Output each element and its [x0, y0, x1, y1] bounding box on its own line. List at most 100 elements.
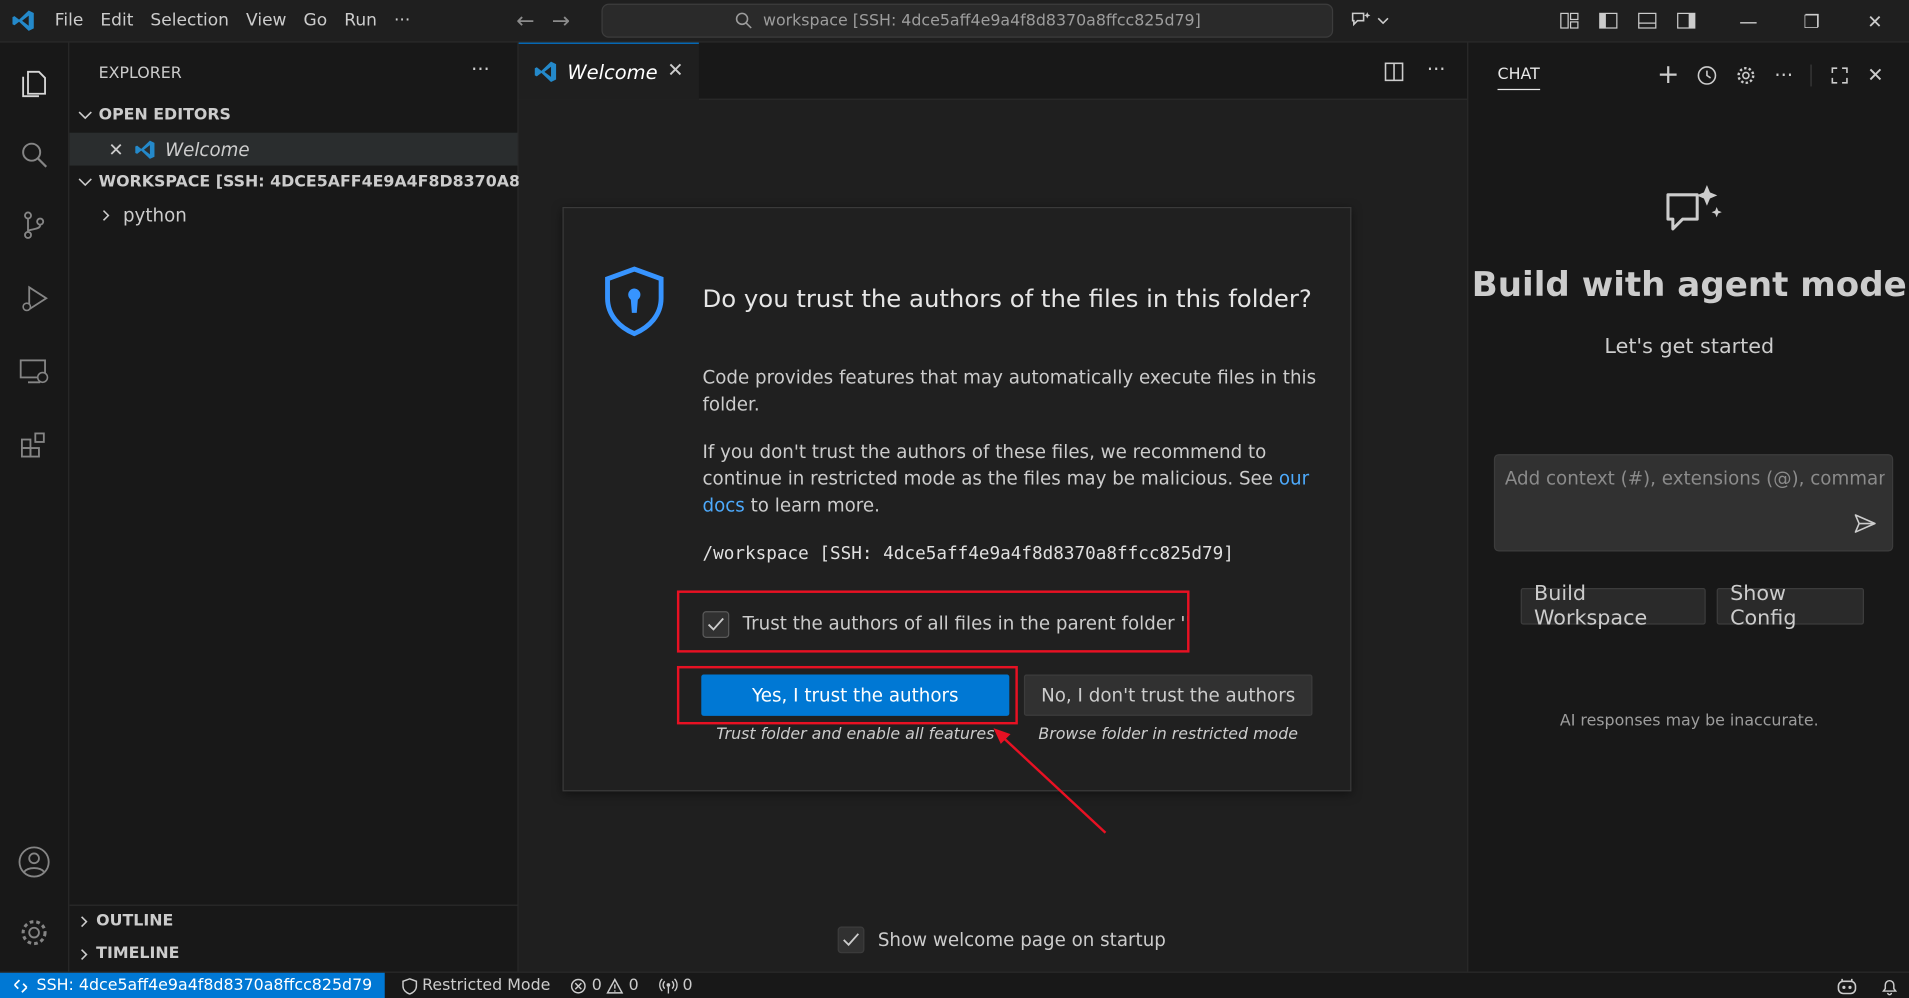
split-editor-icon[interactable]	[1383, 61, 1405, 83]
checkmark-icon	[843, 933, 860, 947]
maximize-icon[interactable]	[1828, 64, 1850, 86]
folder-path: /workspace [SSH: 4dce5aff4e9a4f8d8370a8f…	[702, 544, 1234, 564]
close-icon[interactable]: ✕	[1867, 63, 1883, 86]
toggle-secondary-sidebar-icon[interactable]	[1675, 10, 1697, 32]
build-workspace-button[interactable]: Build Workspace	[1520, 582, 1706, 631]
paragraph-text: If you don't trust the authors of these …	[702, 440, 1279, 490]
remote-explorer-icon[interactable]	[0, 337, 68, 405]
chat-input[interactable]	[1504, 467, 1885, 490]
activity-bar	[0, 42, 70, 972]
chevron-down-icon	[1377, 17, 1389, 25]
folder-python-label: python	[122, 204, 187, 227]
menu-more[interactable]: ···	[385, 0, 418, 42]
restore-icon[interactable]: ❐	[1780, 0, 1843, 43]
editor-area: Welcome ✕ ··· Do you trust the authors o…	[518, 42, 1468, 972]
restricted-mode-indicator[interactable]: Restricted Mode	[392, 976, 560, 995]
toggle-primary-sidebar-icon[interactable]	[1597, 10, 1619, 32]
accounts-icon[interactable]	[0, 828, 68, 896]
outline-header[interactable]: OUTLINE	[77, 911, 174, 931]
open-editors-label: OPEN EDITORS	[98, 105, 231, 125]
show-welcome-checkbox[interactable]	[837, 926, 865, 954]
close-icon[interactable]: ✕	[667, 58, 683, 81]
new-chat-icon[interactable]: +	[1657, 60, 1679, 90]
menu-edit[interactable]: Edit	[92, 0, 142, 42]
restricted-mode-label: Restricted Mode	[422, 976, 551, 995]
chat-more-icon[interactable]: ···	[1774, 63, 1793, 86]
remote-indicator[interactable]: SSH: 4dce5aff4e9a4f8d8370a8ffcc825d79	[0, 972, 385, 998]
shield-lock-icon	[605, 266, 664, 337]
search-text: workspace [SSH: 4dce5aff4e9a4f8d8370a8ff…	[763, 11, 1201, 30]
menu-run[interactable]: Run	[336, 0, 386, 42]
layout-controls	[1558, 10, 1697, 32]
open-editors-header[interactable]: OPEN EDITORS	[77, 106, 231, 124]
search-icon	[735, 12, 752, 29]
chat-input-box[interactable]	[1493, 454, 1894, 552]
explorer-sidebar: EXPLORER ··· OPEN EDITORS ✕ Welcome WORK…	[69, 42, 571, 972]
command-center-search[interactable]: workspace [SSH: 4dce5aff4e9a4f8d8370a8ff…	[601, 3, 1334, 38]
annotation-highlight-box	[676, 665, 1018, 725]
dont-trust-button[interactable]: No, I don't trust the authors	[1023, 674, 1313, 716]
timeline-label: TIMELINE	[96, 944, 180, 964]
run-debug-icon[interactable]	[0, 264, 68, 332]
toggle-panel-icon[interactable]	[1636, 10, 1658, 32]
editor-more-icon[interactable]: ···	[1427, 59, 1446, 83]
timeline-header[interactable]: TIMELINE	[77, 944, 180, 964]
workspace-trust-dialog: Do you trust the authors of the files in…	[562, 206, 1352, 792]
close-window-icon[interactable]: ✕	[1843, 0, 1906, 43]
explorer-icon[interactable]	[0, 50, 68, 118]
copilot-menu[interactable]	[1349, 9, 1390, 33]
workspace-header[interactable]: WORKSPACE [SSH: 4DCE5AFF4E9A4F8D8370A8FF…	[77, 172, 572, 192]
send-icon[interactable]	[1853, 511, 1877, 535]
minimize-icon[interactable]: —	[1717, 0, 1780, 43]
warning-icon	[606, 977, 624, 993]
problems-indicator[interactable]: 0 0	[560, 976, 648, 995]
sidebar-more-icon[interactable]: ···	[471, 57, 490, 80]
ports-indicator[interactable]: 0	[648, 976, 702, 995]
extensions-icon[interactable]	[0, 410, 68, 478]
divider	[69, 904, 518, 906]
show-config-button[interactable]: Show Config	[1716, 582, 1864, 631]
source-control-icon[interactable]	[0, 191, 68, 259]
vscode-window: File Edit Selection View Go Run ··· ← → …	[0, 0, 1909, 998]
chevron-right-icon	[81, 915, 88, 927]
ports-count: 0	[682, 976, 693, 995]
forward-arrow-icon[interactable]: →	[552, 9, 570, 35]
status-bar: SSH: 4dce5aff4e9a4f8d8370a8ffcc825d79 Re…	[0, 971, 1909, 998]
status-bar-right	[1836, 973, 1899, 998]
dialog-title: Do you trust the authors of the files in…	[702, 283, 1312, 313]
menu-selection[interactable]: Selection	[142, 0, 238, 42]
dialog-paragraph-2: If you don't trust the authors of these …	[702, 438, 1323, 518]
menu-view[interactable]: View	[238, 0, 296, 42]
workspace-label: WORKSPACE [SSH: 4DCE5AFF4E9A4F8D8370A8FF…	[98, 172, 572, 192]
chat-tab[interactable]: CHAT	[1497, 66, 1540, 91]
back-arrow-icon[interactable]: ←	[516, 9, 534, 35]
show-welcome-label[interactable]: Show welcome page on startup	[878, 929, 1166, 951]
menu-go[interactable]: Go	[295, 0, 336, 42]
vscode-logo-icon	[0, 0, 46, 42]
outline-label: OUTLINE	[96, 911, 174, 931]
remote-label: SSH: 4dce5aff4e9a4f8d8370a8ffcc825d79	[36, 976, 373, 995]
paragraph-text: to learn more.	[744, 494, 880, 517]
chat-actions: + ··· ✕	[1657, 60, 1884, 90]
customize-layout-icon[interactable]	[1558, 10, 1580, 32]
search-view-icon[interactable]	[0, 121, 68, 189]
navigation-buttons: ← →	[516, 0, 570, 43]
open-editor-welcome[interactable]: ✕ Welcome	[108, 139, 249, 161]
gear-icon[interactable]	[1735, 64, 1757, 86]
broadcast-icon	[658, 977, 678, 993]
trust-caption: Trust folder and enable all features	[716, 725, 995, 744]
chat-panel: CHAT + ··· ✕ Build with agent mode Let's…	[1467, 42, 1909, 972]
copilot-status-icon[interactable]	[1836, 976, 1858, 995]
menu-file[interactable]: File	[46, 0, 92, 42]
tab-welcome[interactable]: Welcome ✕	[518, 42, 699, 100]
ai-disclaimer: AI responses may be inaccurate.	[1559, 712, 1819, 731]
folder-python[interactable]: python	[99, 204, 187, 227]
close-icon[interactable]: ✕	[108, 139, 123, 161]
editor-actions: ···	[1383, 59, 1446, 83]
chat-heading: Build with agent mode	[1471, 264, 1907, 305]
history-icon[interactable]	[1697, 64, 1719, 86]
dialog-paragraph-1: Code provides features that may automati…	[702, 366, 1317, 416]
divider	[1810, 63, 1812, 86]
settings-gear-icon[interactable]	[0, 899, 68, 967]
notifications-bell-icon[interactable]	[1880, 976, 1899, 996]
